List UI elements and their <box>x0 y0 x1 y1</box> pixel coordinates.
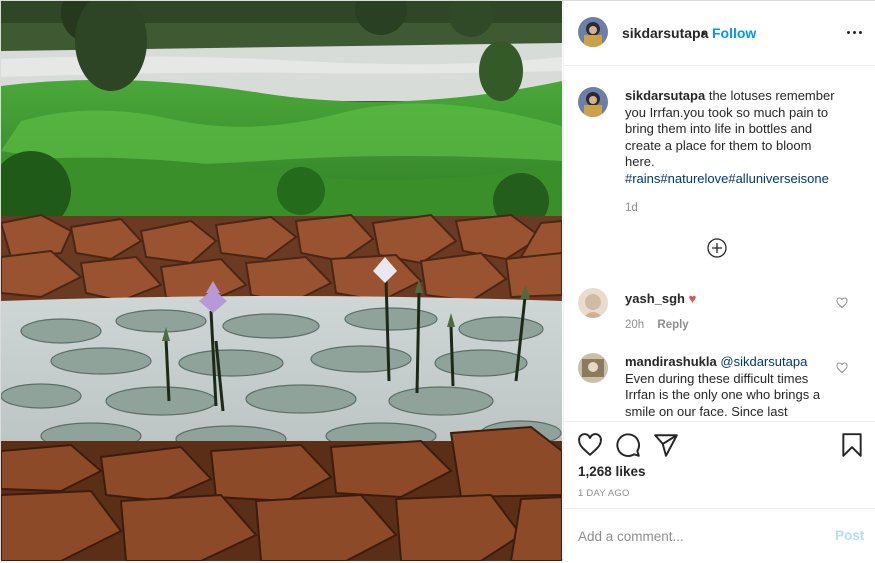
comment-input[interactable] <box>578 525 808 547</box>
lotus-pond-image <box>1 1 562 561</box>
comments-panel[interactable]: sikdarsutapa the lotuses remember you Ir… <box>564 66 875 421</box>
comment-time: 20h <box>625 319 645 331</box>
save-icon[interactable] <box>839 432 865 458</box>
comment-username[interactable]: mandirashukla <box>625 354 717 369</box>
post-actions: 1,268 likes 1 DAY AGO Post <box>564 421 875 562</box>
more-options-icon[interactable] <box>846 21 864 41</box>
post-comment-button[interactable]: Post <box>835 528 864 543</box>
comment-avatar[interactable] <box>578 353 608 383</box>
caption-time: 1d <box>625 202 638 214</box>
follow-button[interactable]: Follow <box>712 25 756 41</box>
comment-meta: 20h Reply <box>625 319 689 331</box>
separator-dot: • <box>701 25 706 41</box>
comment-item: yash_sgh ♥ <box>625 291 840 308</box>
comment-username[interactable]: yash_sgh <box>625 291 685 306</box>
comment-avatar[interactable] <box>578 288 608 318</box>
load-more-comments-icon[interactable] <box>707 238 727 258</box>
like-comment-icon[interactable] <box>836 362 848 374</box>
caption-username[interactable]: sikdarsutapa <box>625 88 705 103</box>
comment-mention[interactable]: @sikdarsutapa <box>720 354 807 369</box>
author-username[interactable]: sikdarsutapa <box>622 25 708 41</box>
comment-icon[interactable] <box>615 432 641 458</box>
post-timestamp[interactable]: 1 DAY AGO <box>578 488 630 499</box>
post-header: sikdarsutapa • Follow <box>564 1 875 66</box>
reply-button[interactable]: Reply <box>657 319 688 331</box>
comment-item: mandirashukla @sikdarsutapa Even during … <box>625 354 840 420</box>
add-comment-bar: Post <box>564 508 875 563</box>
comment-text: Even during these difficult times Irrfan… <box>625 370 821 419</box>
likes-count[interactable]: 1,268 likes <box>578 464 646 479</box>
share-icon[interactable] <box>653 432 679 458</box>
caption-avatar[interactable] <box>578 87 608 117</box>
like-icon[interactable] <box>577 432 603 458</box>
like-comment-icon[interactable] <box>836 297 848 309</box>
post-photo[interactable] <box>1 1 562 561</box>
caption-hashtags[interactable]: #rains#naturelove#alluniverseisone <box>625 171 829 186</box>
heart-emoji: ♥ <box>688 291 697 306</box>
author-avatar[interactable] <box>578 17 608 47</box>
instagram-post: sikdarsutapa • Follow sikdarsutapa the l… <box>0 0 875 561</box>
post-sidebar: sikdarsutapa • Follow sikdarsutapa the l… <box>563 1 875 561</box>
caption: sikdarsutapa the lotuses remember you Ir… <box>625 88 840 187</box>
